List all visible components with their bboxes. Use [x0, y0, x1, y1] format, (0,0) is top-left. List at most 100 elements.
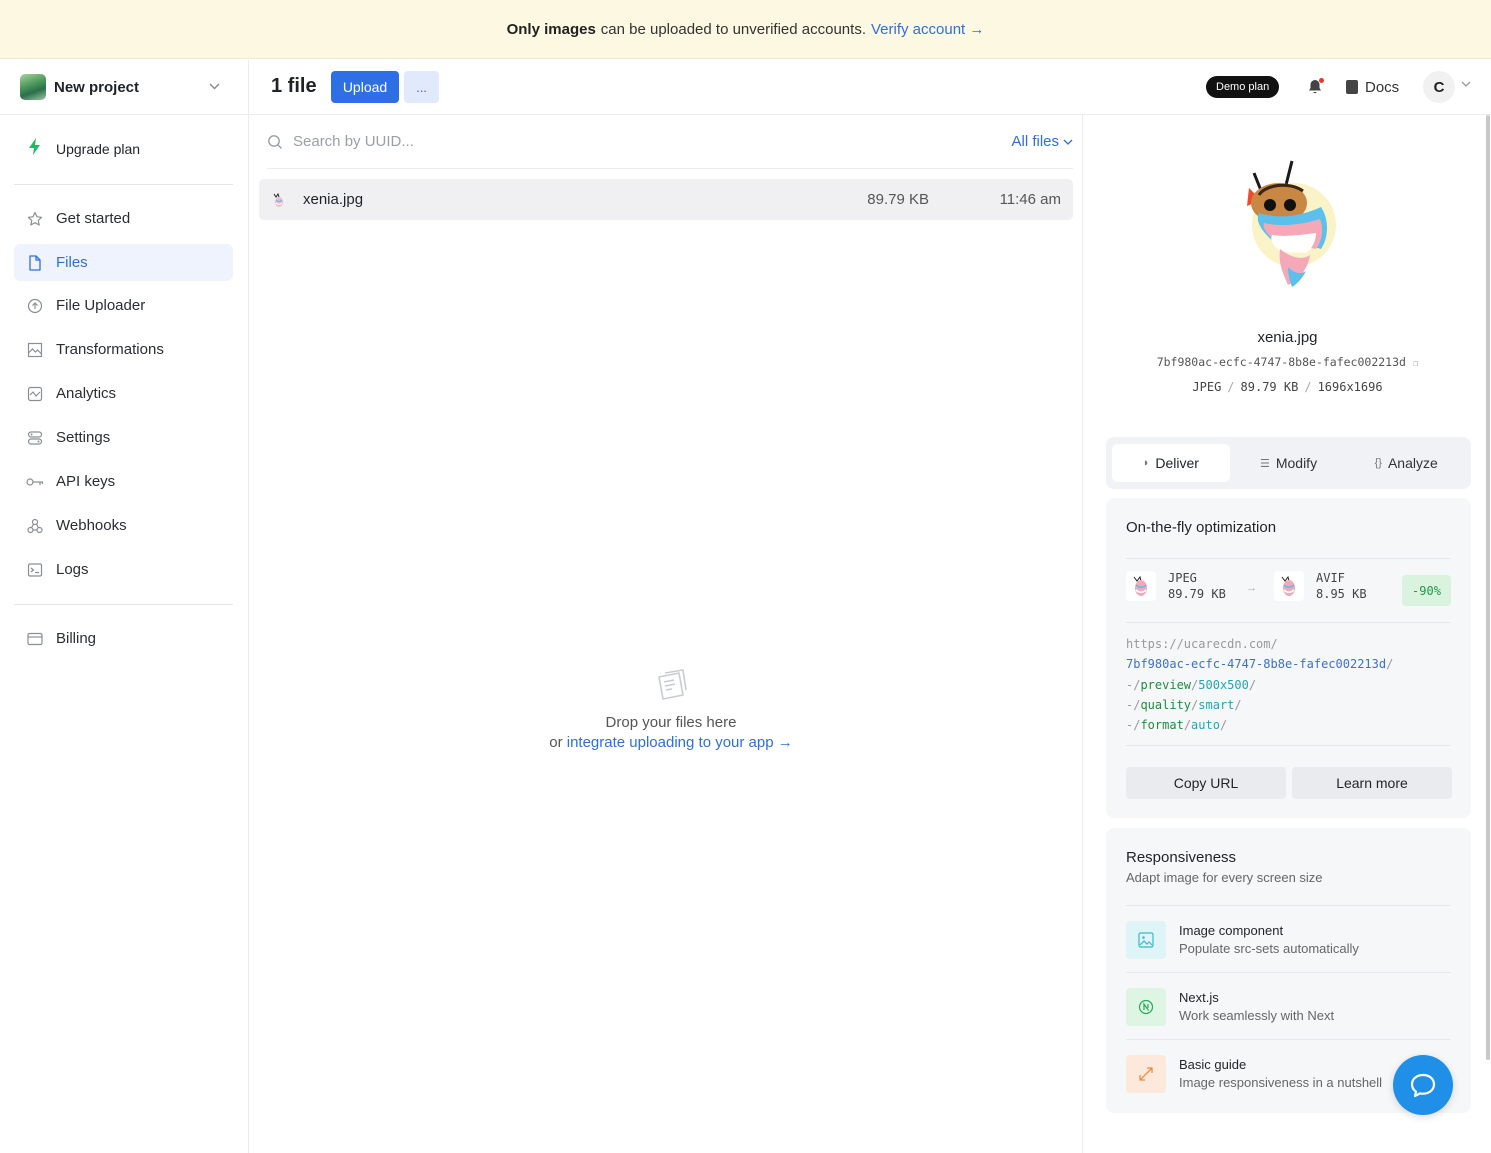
page-title: 1 file	[271, 75, 317, 97]
source-format-name: JPEG	[1168, 571, 1197, 585]
project-name: New project	[54, 78, 140, 96]
sidebar-item-label: File Uploader	[56, 297, 146, 314]
star-icon	[26, 210, 44, 228]
url-base: https://ucarecdn.com/	[1126, 637, 1278, 651]
divider	[1126, 1039, 1451, 1040]
chevron-down-icon	[1063, 139, 1073, 145]
detail-file-name: xenia.jpg	[1257, 329, 1318, 346]
list-item[interactable]: Next.js Work seamlessly with Next	[1126, 987, 1451, 1027]
lightning-icon	[26, 138, 44, 160]
avatar[interactable]: C	[1423, 71, 1455, 103]
project-switcher[interactable]: New project	[0, 60, 248, 115]
tab-label: Modify	[1275, 455, 1318, 471]
docs-link[interactable]: Docs	[1346, 76, 1399, 98]
search-icon	[267, 134, 283, 150]
sidebar-item-label: Get started	[56, 210, 131, 227]
sidebar-item-analytics[interactable]: Analytics	[14, 375, 233, 412]
sliders-icon: ☰	[1259, 457, 1270, 470]
tab-modify[interactable]: ☰ Modify	[1230, 444, 1348, 482]
drop-files-text: Drop your files here	[605, 714, 737, 731]
sidebar-item-files[interactable]: Files	[14, 244, 233, 281]
nextjs-icon	[1126, 988, 1166, 1026]
url-op: quality	[1140, 697, 1192, 712]
all-files-filter[interactable]: All files	[1011, 133, 1073, 150]
sidebar-item-billing[interactable]: Billing	[14, 620, 233, 657]
detail-dimensions: 1696x1696	[1317, 380, 1383, 394]
notification-dot	[1319, 78, 1324, 83]
item-subtitle: Image responsiveness in a nutshell	[1179, 1075, 1383, 1090]
image-preview	[1234, 153, 1344, 293]
detail-size: 89.79 KB	[1240, 380, 1299, 394]
notifications-bell-icon[interactable]	[1305, 77, 1325, 97]
target-format: AVIF 8.95 KB	[1274, 570, 1367, 602]
file-thumbnail-icon	[271, 191, 287, 209]
upload-icon	[26, 297, 44, 315]
file-name: xenia.jpg	[303, 191, 364, 208]
upgrade-plan-label: Upgrade plan	[56, 141, 141, 157]
sidebar-item-logs[interactable]: Logs	[14, 551, 233, 588]
divider	[1126, 905, 1451, 906]
transform-icon	[26, 341, 44, 359]
url-op: format	[1140, 718, 1184, 733]
banner-bold-text: Only images	[506, 20, 596, 38]
detail-meta: JPEG/89.79 KB/1696x1696	[1192, 380, 1383, 394]
upload-button[interactable]: Upload	[331, 71, 399, 103]
search-input[interactable]	[293, 133, 1012, 150]
gauge-icon: ◗	[1142, 457, 1150, 469]
source-format-size: 89.79 KB	[1168, 587, 1226, 601]
item-title: Basic guide	[1179, 1057, 1247, 1072]
tab-analyze[interactable]: {} Analyze	[1347, 444, 1465, 482]
tab-deliver[interactable]: ◗ Deliver	[1112, 444, 1230, 482]
sidebar-item-api-keys[interactable]: API keys	[14, 463, 233, 500]
target-format-name: AVIF	[1316, 571, 1345, 585]
url-op: preview	[1140, 677, 1192, 692]
integrate-uploading-link[interactable]: integrate uploading to your app →	[567, 734, 793, 751]
detail-uuid[interactable]: 7bf980ac-ecfc-4747-8b8e-fafec002213d ❐	[1084, 355, 1491, 369]
filter-label: All files	[1011, 133, 1059, 150]
upgrade-plan-link[interactable]: Upgrade plan	[14, 129, 233, 169]
sidebar-item-label: Settings	[56, 429, 111, 446]
tab-label: Deliver	[1155, 455, 1199, 471]
files-panel: All files xenia.jpg 89.79 KB 11:46 am Dr…	[249, 115, 1083, 1153]
sidebar-item-transformations[interactable]: Transformations	[14, 331, 233, 368]
sidebar-item-file-uploader[interactable]: File Uploader	[14, 287, 233, 324]
project-thumbnail	[20, 74, 46, 100]
learn-more-button[interactable]: Learn more	[1292, 767, 1452, 799]
chevron-down-icon	[202, 81, 226, 93]
image-thumbnail	[1126, 571, 1156, 601]
chat-bubble-icon	[1410, 1073, 1436, 1098]
chat-widget-button[interactable]	[1393, 1055, 1453, 1115]
credit-card-icon	[26, 630, 44, 648]
item-title: Next.js	[1179, 990, 1219, 1005]
copy-url-button[interactable]: Copy URL	[1126, 767, 1286, 799]
divider	[1126, 972, 1451, 973]
terminal-icon	[26, 561, 44, 579]
chevron-down-icon[interactable]	[1461, 79, 1471, 90]
list-item[interactable]: Image component Populate src-sets automa…	[1126, 920, 1451, 960]
responsiveness-title: Responsiveness	[1126, 849, 1237, 866]
sidebar-item-webhooks[interactable]: Webhooks	[14, 507, 233, 544]
braces-icon: {}	[1374, 457, 1382, 469]
settings-icon	[26, 429, 44, 447]
tab-label: Analyze	[1387, 455, 1438, 471]
uuid-text: 7bf980ac-ecfc-4747-8b8e-fafec002213d	[1156, 355, 1406, 369]
sidebar-item-label: Files	[56, 254, 88, 271]
cdn-url[interactable]: https://ucarecdn.com/ 7bf980ac-ecfc-4747…	[1126, 634, 1393, 735]
sidebar-item-get-started[interactable]: Get started	[14, 200, 233, 237]
divider	[1126, 622, 1451, 623]
table-row[interactable]: xenia.jpg 89.79 KB 11:46 am	[259, 179, 1073, 220]
scrollbar[interactable]	[1486, 115, 1490, 1060]
drop-zone[interactable]: Drop your files here or integrate upload…	[529, 665, 813, 753]
copy-icon[interactable]: ❐	[1413, 359, 1418, 369]
more-options-button[interactable]: ...	[404, 71, 439, 103]
item-subtitle: Populate src-sets automatically	[1179, 941, 1359, 956]
sidebar-item-settings[interactable]: Settings	[14, 419, 233, 456]
item-subtitle: Work seamlessly with Next	[1179, 1008, 1335, 1023]
verification-banner: Only images can be uploaded to unverifie…	[0, 0, 1491, 59]
file-size: 89.79 KB	[867, 191, 929, 208]
key-icon	[26, 473, 44, 491]
detail-tabs: ◗ Deliver ☰ Modify {} Analyze	[1106, 437, 1471, 489]
verify-account-link[interactable]: Verify account →	[871, 21, 984, 38]
arrow-right-icon: →	[1246, 582, 1257, 594]
image-icon	[1126, 921, 1166, 959]
